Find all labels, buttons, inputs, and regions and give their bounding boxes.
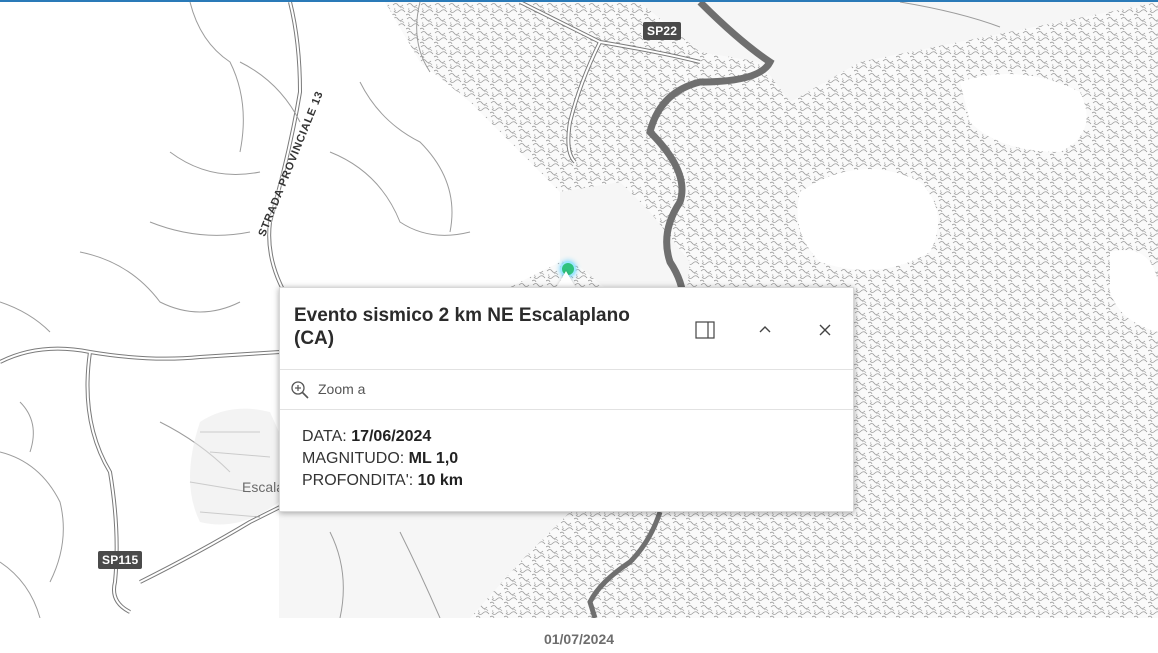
depth-value: 10 km (417, 472, 464, 489)
magnitude-row: MAGNITUDO: ML 1,0 (302, 448, 463, 470)
dock-button[interactable] (690, 315, 720, 345)
popup-title: Evento sismico 2 km NE Escalaplano (CA) (294, 305, 630, 349)
close-icon (819, 324, 831, 336)
popup-pointer (556, 271, 576, 288)
popup-header: Evento sismico 2 km NE Escalaplano (CA) (280, 288, 853, 370)
chevron-up-icon (759, 326, 771, 333)
date-row: DATA: 17/06/2024 (302, 426, 463, 448)
zoom-to-action[interactable]: Zoom a (280, 370, 853, 410)
collapse-button[interactable] (750, 315, 780, 345)
depth-label: PROFONDITA': (302, 472, 418, 489)
popup-content: DATA: 17/06/2024 MAGNITUDO: ML 1,0 PROFO… (302, 426, 463, 492)
depth-row: PROFONDITA': 10 km (302, 470, 463, 492)
dock-icon (695, 321, 715, 339)
current-date: 01/07/2024 (543, 631, 615, 647)
zoom-in-icon (291, 381, 309, 399)
zoom-label: Zoom a (318, 381, 366, 397)
road-shield-sp115: SP115 (98, 551, 143, 569)
magnitude-label: MAGNITUDO: (302, 450, 409, 467)
date-label: DATA: (302, 428, 352, 445)
date-value: 17/06/2024 (351, 428, 432, 445)
close-button[interactable] (810, 315, 840, 345)
time-footer: 01/07/2024 (0, 618, 1158, 653)
feature-popup: Evento sismico 2 km NE Escalaplano (CA) … (279, 287, 854, 512)
road-shield-sp22: SP22 (643, 22, 682, 40)
magnitude-value: ML 1,0 (408, 450, 459, 467)
